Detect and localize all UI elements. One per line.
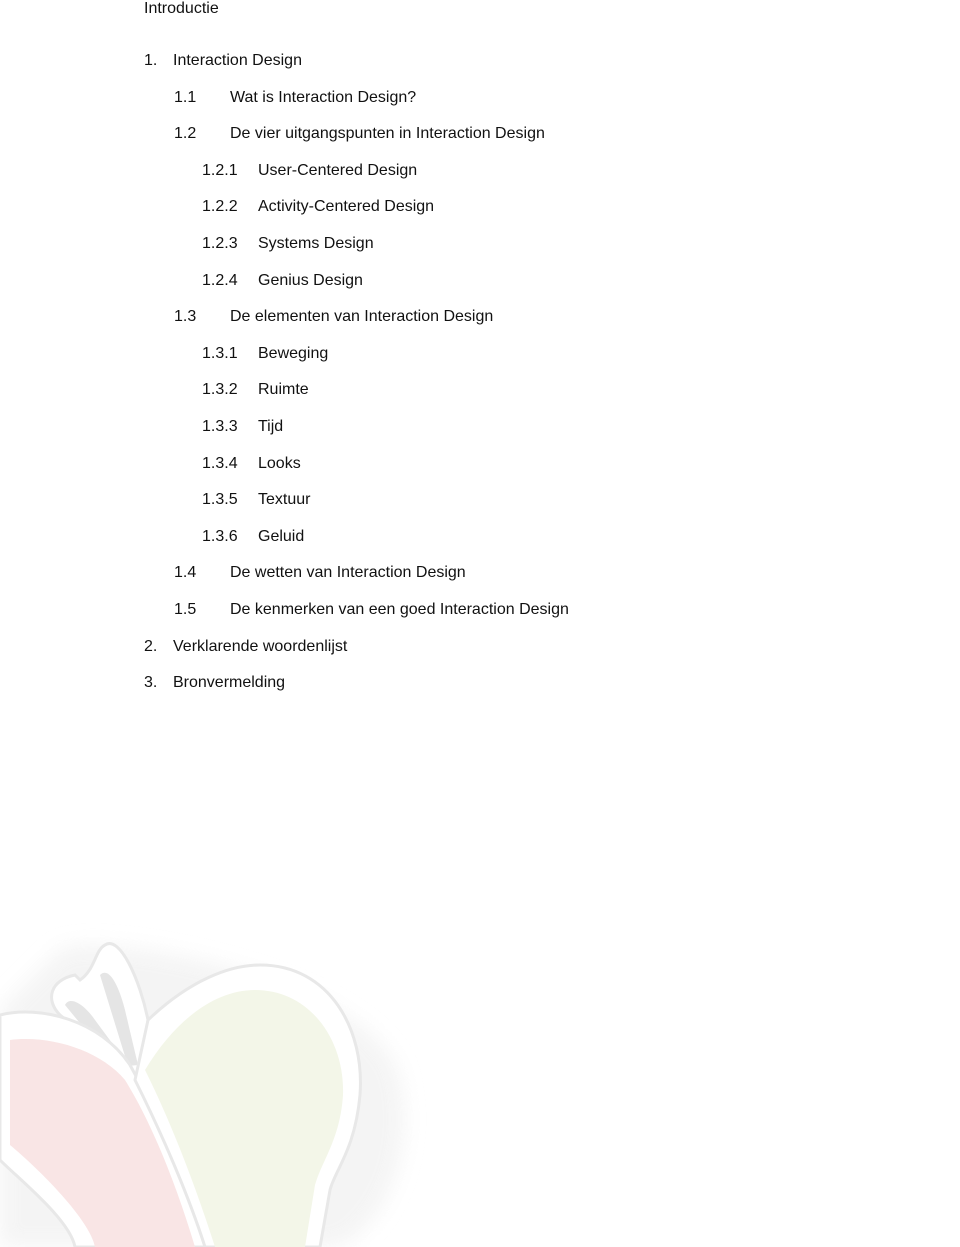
toc-entry-label: Tijd: [258, 418, 284, 435]
toc-entry[interactable]: 1.3.1 Beweging: [202, 344, 702, 364]
toc-entry-number: 1.2: [174, 125, 197, 142]
toc-entry-number: 1.2.3: [202, 235, 238, 252]
toc-entry[interactable]: 1.5 De kenmerken van een goed Interaction…: [174, 600, 674, 620]
toc-entry-label: Systems Design: [258, 235, 374, 252]
toc-entry-label: Textuur: [258, 491, 311, 508]
toc-entry[interactable]: 1.2 De vier uitgangspunten in Interaction…: [174, 124, 674, 144]
toc-entry-number: 1.4: [174, 564, 197, 581]
toc-entry[interactable]: 1.2.2 Activity-Centered Design: [202, 197, 702, 217]
toc-entry-label: Genius Design: [258, 272, 363, 289]
toc-entry[interactable]: 1.3.6 Geluid: [202, 527, 702, 547]
toc-entry-number: 1.3.1: [202, 345, 238, 362]
toc-entry-number: 1.3: [174, 308, 197, 325]
toc-entry-number: 1.3.3: [202, 418, 238, 435]
toc-entry[interactable]: 1.4 De wetten van Interaction Design: [174, 563, 674, 583]
toc-entry-label: Wat is Interaction Design?: [230, 89, 417, 106]
toc-entry-label: Geluid: [258, 528, 305, 545]
toc-entry-number: 1.3.2: [202, 381, 238, 398]
toc-entry-label: De kenmerken van een goed Interaction De…: [230, 601, 569, 618]
toc-entry-number: 1.3.5: [202, 491, 238, 508]
toc-entry-label: User-Centered Design: [258, 162, 418, 179]
toc-entry-number: 1.3.6: [202, 528, 238, 545]
toc-entry-number: 1.1: [174, 89, 197, 106]
toc-entry-number: 1.2.4: [202, 272, 238, 289]
toc-entry-label: De elementen van Interaction Design: [230, 308, 494, 325]
toc-entry[interactable]: 3. Bronvermelding: [144, 673, 644, 693]
toc-entry-label: Ruimte: [258, 381, 309, 398]
toc-entry[interactable]: 1.3.4 Looks: [202, 454, 702, 474]
toc-entry-label: Bronvermelding: [173, 674, 286, 691]
toc-entry-number: 1.2.1: [202, 162, 238, 179]
toc-entry-number: 1.: [144, 52, 158, 69]
toc-entry[interactable]: 1.3.3 Tijd: [202, 417, 702, 437]
document-heading: Introductie: [144, 0, 219, 17]
toc-entry-label: Verklarende woordenlijst: [173, 638, 348, 655]
toc-entry[interactable]: 1.2.4 Genius Design: [202, 271, 702, 291]
toc-entry[interactable]: 1.3.2 Ruimte: [202, 380, 702, 400]
toc-entry-number: 1.2.2: [202, 198, 238, 215]
toc-entry-label: De wetten van Interaction Design: [230, 564, 466, 581]
toc-entry-label: Activity-Centered Design: [258, 198, 435, 215]
toc-entry-label: Looks: [258, 455, 301, 472]
toc-entry-number: 2.: [144, 638, 158, 655]
toc-entry[interactable]: 1.3 De elementen van Interaction Design: [174, 307, 674, 327]
toc-entry[interactable]: 1.1 Wat is Interaction Design?: [174, 88, 674, 108]
toc-entry[interactable]: 2. Verklarende woordenlijst: [144, 637, 644, 657]
toc-entry[interactable]: 1. Interaction Design: [144, 51, 644, 71]
toc-entry-number: 1.3.4: [202, 455, 238, 472]
toc-entry-label: De vier uitgangspunten in Interaction De…: [230, 125, 545, 142]
toc-entry-label: Beweging: [258, 345, 329, 362]
toc-entry[interactable]: 1.2.1 User-Centered Design: [202, 161, 702, 181]
toc-entry-number: 3.: [144, 674, 158, 691]
toc-entry[interactable]: 1.2.3 Systems Design: [202, 234, 702, 254]
toc-entry-number: 1.5: [174, 601, 197, 618]
toc-entry[interactable]: 1.3.5 Textuur: [202, 490, 702, 510]
toc-entry-label: Interaction Design: [173, 52, 302, 69]
butterfly-logo-icon: [0, 942, 404, 1247]
